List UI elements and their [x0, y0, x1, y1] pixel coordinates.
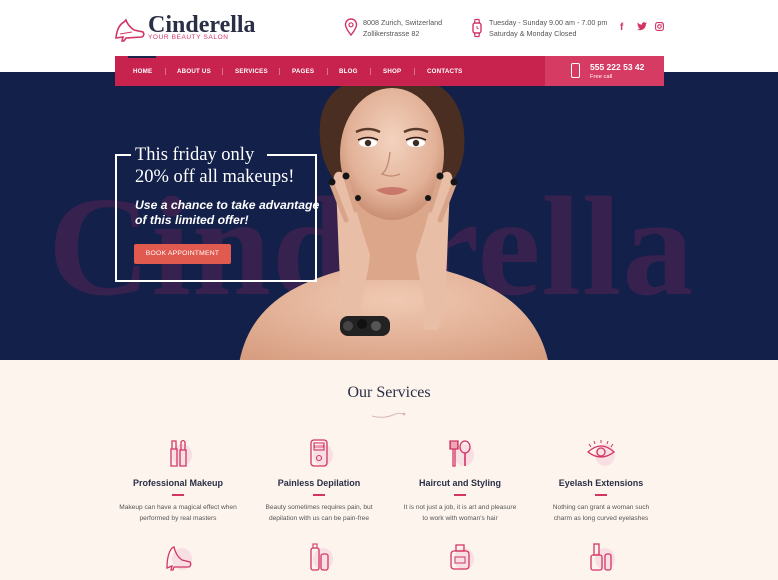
service-desc-line2: performed by real masters [139, 514, 217, 522]
hours-line1: Tuesday - Sunday 9.00 am - 7.00 pm [489, 18, 608, 27]
twitter-icon[interactable] [637, 22, 647, 34]
service-description: Beauty sometimes requires pain, but depi… [239, 503, 399, 524]
perfume-jar-icon [444, 542, 476, 574]
nav-item-blog[interactable]: BLOG [339, 68, 358, 75]
service-desc-line2: to work with woman's hair [422, 514, 498, 522]
service-description: Nothing can grant a woman such charm as … [521, 503, 681, 524]
service-underline [595, 494, 607, 496]
promo-offer-line1: Use a chance to take advantage [135, 198, 320, 212]
service-name: Haircut and Styling [418, 478, 501, 488]
nail-polish-icon [585, 542, 617, 574]
promo-offer-line2: of this limited offer! [135, 212, 249, 227]
promo-title-line2: 20% off all makeups! [135, 167, 295, 187]
eye-icon [585, 438, 617, 470]
hours-line2: Saturday & Monday Closed [489, 28, 577, 38]
nav-item-home[interactable]: HOME [133, 68, 152, 75]
service-underline [313, 494, 325, 496]
comb-icon [444, 438, 476, 470]
nav-item-services[interactable]: SERVICES [235, 68, 268, 75]
high-heel-logo-icon [115, 18, 145, 42]
main-navigation: HOME ABOUT US SERVICES PAGES BLOG SHOP C… [115, 56, 664, 86]
phone-number: 555 222 53 42 [590, 62, 645, 72]
brand-tagline: YOUR BEAUTY SALON [148, 34, 229, 41]
nav-divider [327, 68, 328, 75]
phone-callout[interactable]: 555 222 53 42 Free call [545, 56, 664, 86]
service-desc-line2: charm as long curved eyelashes [553, 514, 649, 522]
address-line2: Zollikerstrasse 82 [363, 28, 420, 38]
nav-divider [414, 68, 415, 75]
promo-border-segment [267, 154, 317, 156]
promo-offer-text: Use a chance to take advantage of this l… [135, 198, 319, 227]
service-desc-line1: Nothing can grant a woman such [552, 504, 650, 511]
epilator-icon [303, 438, 335, 470]
high-heel-icon [162, 542, 194, 574]
address-line1: 8008 Zurich, Switzerland [363, 18, 443, 27]
nav-divider [370, 68, 371, 75]
cosmetic-tubes-icon [303, 542, 335, 574]
service-name: Professional Makeup [132, 478, 224, 488]
nav-divider [279, 68, 280, 75]
service-underline [454, 494, 466, 496]
service-desc-line1: Beauty sometimes requires pain, but [265, 504, 373, 511]
nav-item-pages[interactable]: PAGES [292, 68, 314, 75]
service-underline [172, 494, 184, 496]
services-title: Our Services [347, 384, 431, 401]
service-name: Painless Depilation [277, 478, 361, 488]
promo-box: This friday only 20% off all makeups! Us… [115, 145, 319, 282]
instagram-icon[interactable] [655, 22, 664, 34]
nav-divider [165, 68, 166, 75]
facebook-icon[interactable]: f [620, 22, 623, 33]
book-appointment-button[interactable]: BOOK APPOINTMENT [134, 244, 231, 264]
nav-item-about-us[interactable]: ABOUT US [177, 68, 211, 75]
service-description: Makeup can have a magical effect when pe… [98, 503, 258, 524]
phone-label: Free call [590, 74, 613, 80]
services-section: Our Services Professional Makeup Makeup … [0, 360, 778, 580]
nav-item-contacts[interactable]: CONTACTS [427, 68, 463, 75]
promo-title-line1: This friday only [135, 145, 255, 165]
service-name: Eyelash Extensions [558, 478, 644, 488]
map-pin-icon [344, 18, 358, 37]
hero-banner: Cinderella [0, 72, 778, 360]
watch-icon [472, 18, 482, 38]
service-description: It is not just a job, it is art and plea… [380, 503, 540, 524]
nav-active-indicator [128, 56, 156, 58]
nav-item-shop[interactable]: SHOP [383, 68, 401, 75]
mobile-phone-icon [571, 63, 580, 78]
promo-border-segment [115, 154, 131, 156]
service-desc-line2: depilation with us can be pain-free [268, 514, 370, 522]
ornament-divider-icon [371, 412, 406, 418]
service-desc-line1: It is not just a job, it is art and plea… [403, 504, 517, 511]
nav-divider [222, 68, 223, 75]
service-desc-line1: Makeup can have a magical effect when [119, 504, 237, 511]
makeup-brush-icon [162, 438, 194, 470]
